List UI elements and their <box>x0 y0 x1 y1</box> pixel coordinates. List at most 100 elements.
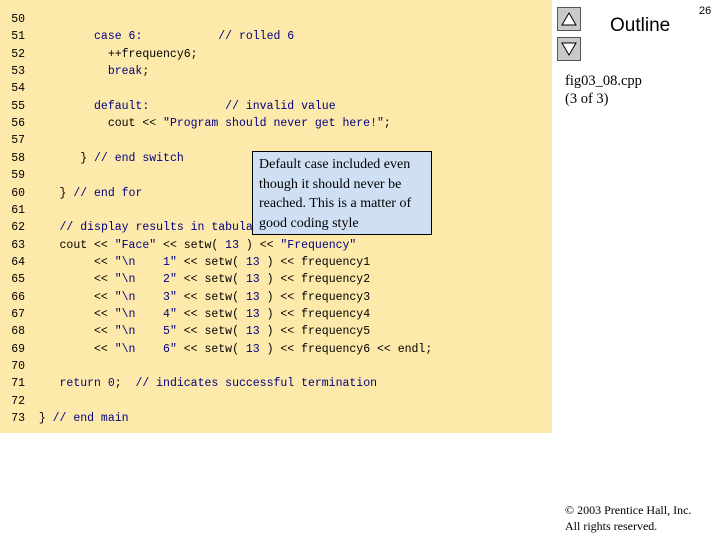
code-token: // indicates successful termination <box>135 377 377 391</box>
code-token: case <box>38 30 129 44</box>
line-number: 68 <box>11 325 25 339</box>
code-line: 58 } // end switch <box>0 150 184 168</box>
code-token: 13 <box>245 342 260 356</box>
code-token: : <box>135 30 219 44</box>
code-line: 66 << "\n 3" << setw( 13 ) << frequency3 <box>0 289 370 307</box>
code-line: 61 <box>0 202 39 220</box>
code-line: 64 << "\n 1" << setw( 13 ) << frequency1 <box>0 254 370 272</box>
code-token: // rolled 6 <box>218 30 295 44</box>
code-token: cout << <box>38 238 115 252</box>
code-token: << setw( <box>176 342 246 356</box>
code-token: break <box>38 65 143 79</box>
code-token: ) << <box>238 238 281 252</box>
code-token: 13 <box>245 273 260 287</box>
file-name: fig03_08.cpp <box>565 73 642 89</box>
triangle-down-icon <box>561 42 577 56</box>
code-line: 72 <box>0 393 39 411</box>
code-line: 60 } // end for <box>0 185 142 203</box>
code-token: ) << frequency5 <box>259 325 371 339</box>
code-token: << <box>38 325 115 339</box>
code-token: "\n 3" <box>114 290 177 304</box>
code-token: ) << frequency1 <box>259 255 371 269</box>
code-token: cout << <box>38 117 164 131</box>
code-token: ) << frequency3 <box>259 290 371 304</box>
line-number: 61 <box>11 203 25 217</box>
code-token: } <box>38 186 74 200</box>
code-token: << <box>38 290 115 304</box>
code-line: 54 <box>0 80 39 98</box>
code-line: 59 <box>0 167 39 185</box>
code-line: 63 cout << "Face" << setw( 13 ) << "Freq… <box>0 237 356 255</box>
line-number: 55 <box>11 99 25 113</box>
code-line: 55 default: // invalid value <box>0 98 335 116</box>
line-number: 71 <box>11 377 25 391</box>
previous-slide-button[interactable] <box>557 7 581 31</box>
line-number: 50 <box>11 13 25 26</box>
code-token: ; <box>383 117 391 131</box>
callout-note: Default case included even though it sho… <box>252 151 432 235</box>
code-token: "\n 1" <box>114 255 177 269</box>
code-token: "\n 4" <box>114 307 177 321</box>
line-number: 54 <box>11 82 25 96</box>
code-token: << setw( <box>176 273 246 287</box>
copyright-line-2: All rights reserved. <box>565 519 658 533</box>
page-number: 26 <box>699 5 712 17</box>
line-number: 58 <box>11 151 25 165</box>
line-number: 65 <box>11 273 25 287</box>
line-number: 70 <box>11 360 25 373</box>
code-token: ) << frequency6 << endl; <box>259 342 433 356</box>
code-token: << setw( <box>156 238 226 252</box>
code-token: "\n 2" <box>114 273 177 287</box>
code-line: 71 return 0; // indicates successful ter… <box>0 375 377 393</box>
line-number: 64 <box>11 255 25 269</box>
code-line: 53 break; <box>0 63 149 81</box>
line-number: 57 <box>11 134 25 148</box>
code-line: 56 cout << "Program should never get her… <box>0 115 391 133</box>
code-token: "\n 5" <box>114 325 177 339</box>
code-token: "Frequency" <box>280 238 357 252</box>
code-token: ; <box>114 377 136 391</box>
code-token: << <box>38 307 115 321</box>
triangle-up-icon <box>561 12 577 26</box>
code-token: 0 <box>107 377 115 391</box>
line-number: 53 <box>11 65 25 79</box>
code-token: ; <box>142 65 150 79</box>
code-token: << setw( <box>176 325 246 339</box>
code-line: 50 <box>0 11 39 29</box>
code-token: ) << frequency4 <box>259 307 371 321</box>
line-number: 66 <box>11 290 25 304</box>
code-token: << setw( <box>176 255 246 269</box>
next-slide-button[interactable] <box>557 37 581 61</box>
line-number: 69 <box>11 342 25 356</box>
code-line: 70 <box>0 358 39 376</box>
code-line: 68 << "\n 5" << setw( 13 ) << frequency5 <box>0 323 370 341</box>
code-token: 13 <box>245 325 260 339</box>
code-token: } <box>38 151 95 165</box>
code-token: "\n 6" <box>114 342 177 356</box>
code-token: // end main <box>52 412 129 426</box>
code-token: ++frequency6; <box>38 47 198 61</box>
code-token: // end switch <box>94 151 184 165</box>
code-token: << setw( <box>176 307 246 321</box>
code-line: 73 } // end main <box>0 410 129 428</box>
code-line: 52 ++frequency6; <box>0 46 198 64</box>
code-token: << <box>38 255 115 269</box>
code-token: 13 <box>245 255 260 269</box>
line-number: 72 <box>11 394 25 408</box>
outline-title: Outline <box>610 15 671 36</box>
line-number: 67 <box>11 307 25 321</box>
code-token: "Face" <box>114 238 157 252</box>
code-line: 57 <box>0 132 39 150</box>
code-token: "Program should never get here!" <box>163 117 384 131</box>
code-line: 67 << "\n 4" << setw( 13 ) << frequency4 <box>0 306 370 324</box>
code-token: return <box>38 377 108 391</box>
code-token: << <box>38 342 115 356</box>
line-number: 73 <box>11 412 25 426</box>
code-token: : <box>142 99 226 113</box>
line-number: 60 <box>11 186 25 200</box>
code-token: ) << frequency2 <box>259 273 371 287</box>
code-token: 13 <box>245 307 260 321</box>
line-number: 52 <box>11 47 25 61</box>
copyright-line-1: © 2003 Prentice Hall, Inc. <box>565 503 692 517</box>
